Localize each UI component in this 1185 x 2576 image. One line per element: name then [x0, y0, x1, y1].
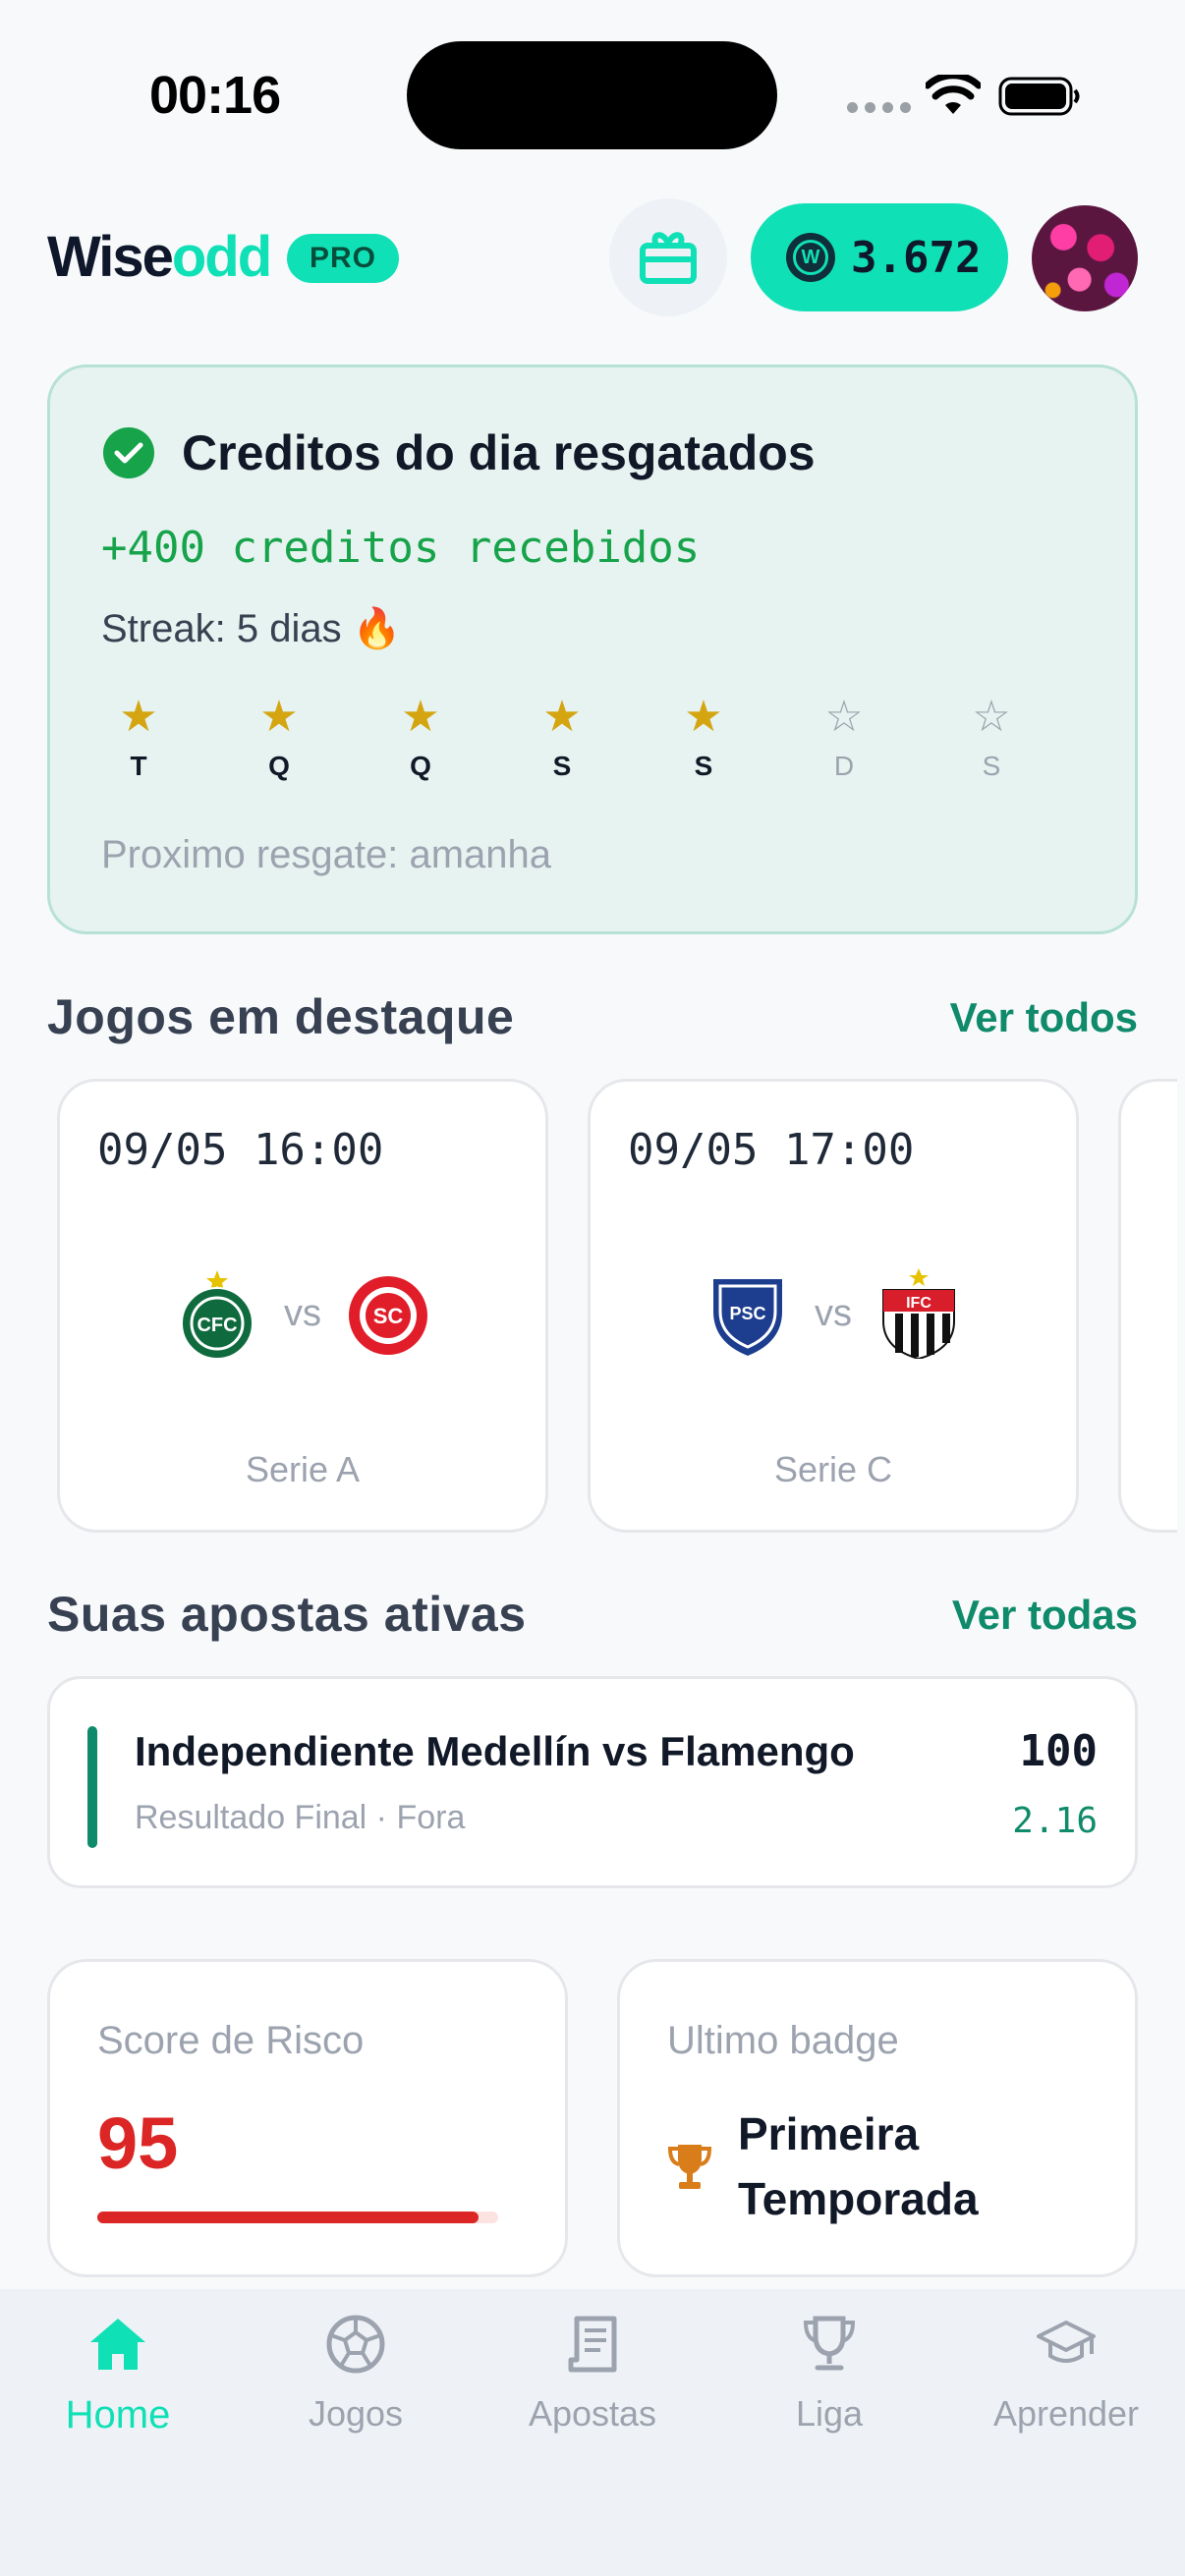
svg-text:CFC: CFC	[197, 1315, 237, 1336]
streak-day: ☆ D	[805, 692, 883, 782]
tab-label: Apostas	[528, 2393, 657, 2434]
graduation-cap-icon	[1037, 2321, 1096, 2363]
credits-received-text: +400 creditos recebidos	[101, 523, 701, 573]
daily-credits-title: Creditos do dia resgatados	[182, 425, 816, 480]
tab-jogos[interactable]: Jogos	[257, 2313, 454, 2435]
streak-day: ★ T	[99, 692, 178, 782]
risk-score-bar	[97, 2212, 498, 2223]
featured-section-title: Jogos em destaque	[47, 989, 515, 1044]
match-card[interactable]: 09/05 16:00 CFC vs SC Serie A	[57, 1079, 548, 1533]
credits-value: 3.672	[851, 232, 982, 283]
battery-icon	[998, 77, 1080, 116]
bottom-tab-bar: Home Jogos Apostas Liga Aprender	[0, 2289, 1185, 2576]
star-icon: ★	[684, 693, 723, 741]
tab-liga[interactable]: Liga	[731, 2313, 928, 2435]
gift-button[interactable]	[609, 198, 727, 316]
cellular-signal-icon	[847, 102, 911, 113]
status-bar: 00:16	[0, 0, 1185, 187]
coin-icon: W	[786, 233, 835, 282]
see-all-bets-link[interactable]: Ver todas	[952, 1592, 1138, 1639]
svg-text:SC: SC	[373, 1304, 404, 1328]
bet-market: Resultado Final · Fora	[135, 1799, 466, 1836]
bet-match-name: Independiente Medellín vs Flamengo	[135, 1728, 855, 1774]
risk-score-card[interactable]: Score de Risco 95	[47, 1959, 568, 2277]
svg-text:IFC: IFC	[906, 1295, 931, 1312]
see-all-matches-link[interactable]: Ver todos	[950, 994, 1138, 1041]
tab-label: Jogos	[308, 2393, 404, 2434]
streak-day: ☆ S	[952, 692, 1031, 782]
risk-score-value: 95	[97, 2102, 179, 2184]
app-logo: Wiseodd	[47, 224, 272, 290]
avatar[interactable]	[1032, 205, 1138, 311]
star-outline-icon: ☆	[824, 693, 864, 741]
trophy-icon	[803, 2316, 856, 2371]
star-icon: ★	[259, 693, 299, 741]
credits-balance-button[interactable]: W 3.672	[751, 203, 1008, 311]
streak-text: Streak: 5 dias 🔥	[101, 607, 402, 650]
streak-day: ★ Q	[381, 692, 460, 782]
latest-badge-card[interactable]: Ultimo badge Primeira Temporada	[617, 1959, 1138, 2277]
star-icon: ★	[119, 693, 158, 741]
svg-text:PSC: PSC	[729, 1304, 765, 1323]
bet-odds: 2.16	[1012, 1801, 1098, 1841]
tab-apostas[interactable]: Apostas	[494, 2313, 691, 2435]
match-datetime: 09/05 17:00	[628, 1125, 915, 1175]
active-bets-section-title: Suas apostas ativas	[47, 1587, 527, 1642]
gift-icon	[640, 232, 697, 284]
match-league: Serie A	[245, 1449, 361, 1489]
paysandu-crest-icon: PSC	[711, 1277, 784, 1359]
logo-text-odd: odd	[171, 225, 272, 289]
logo-text-wise: Wise	[47, 225, 174, 289]
receipt-icon	[568, 2316, 617, 2373]
home-icon	[90, 2319, 145, 2370]
next-claim-text: Proximo resgate: amanha	[101, 833, 552, 876]
active-bet-card[interactable]: Independiente Medellín vs Flamengo Resul…	[47, 1676, 1138, 1888]
match-league: Serie C	[773, 1449, 893, 1489]
pro-badge: PRO	[287, 234, 399, 283]
match-datetime: 09/05 16:00	[97, 1125, 384, 1175]
check-circle-icon	[103, 427, 154, 478]
vs-label: vs	[815, 1292, 852, 1334]
ituano-crest-icon: IFC	[882, 1268, 955, 1359]
tab-home[interactable]: Home	[20, 2313, 216, 2437]
coritiba-crest-icon: CFC	[181, 1270, 254, 1359]
match-card-partial[interactable]	[1118, 1079, 1177, 1533]
star-icon: ★	[542, 693, 582, 741]
daily-credits-card: Creditos do dia resgatados +400 creditos…	[47, 364, 1138, 934]
tab-label: Liga	[795, 2393, 864, 2434]
status-time: 00:16	[149, 66, 281, 125]
star-icon: ★	[401, 693, 440, 741]
streak-day: ★ S	[664, 692, 743, 782]
bet-amount: 100	[1019, 1726, 1098, 1776]
latest-badge-name: Primeira Temporada	[738, 2108, 979, 2224]
streak-day: ★ Q	[240, 692, 318, 782]
tab-label: Aprender	[992, 2393, 1140, 2434]
dynamic-island	[407, 41, 777, 149]
wifi-icon	[926, 75, 981, 114]
match-card[interactable]: 09/05 17:00 PSC vs IFC Serie C	[588, 1079, 1079, 1533]
tab-label: Home	[65, 2393, 171, 2436]
vs-label: vs	[284, 1292, 321, 1334]
risk-score-label: Score de Risco	[97, 2019, 365, 2062]
tab-aprender[interactable]: Aprender	[968, 2313, 1164, 2435]
trophy-icon	[667, 2145, 712, 2189]
streak-day: ★ S	[523, 692, 601, 782]
latest-badge-label: Ultimo badge	[667, 2019, 899, 2062]
bet-status-bar	[87, 1726, 97, 1848]
risk-score-bar-fill	[97, 2212, 479, 2223]
star-outline-icon: ☆	[972, 693, 1011, 741]
soccer-ball-icon	[326, 2315, 385, 2374]
internacional-crest-icon: SC	[349, 1276, 427, 1355]
